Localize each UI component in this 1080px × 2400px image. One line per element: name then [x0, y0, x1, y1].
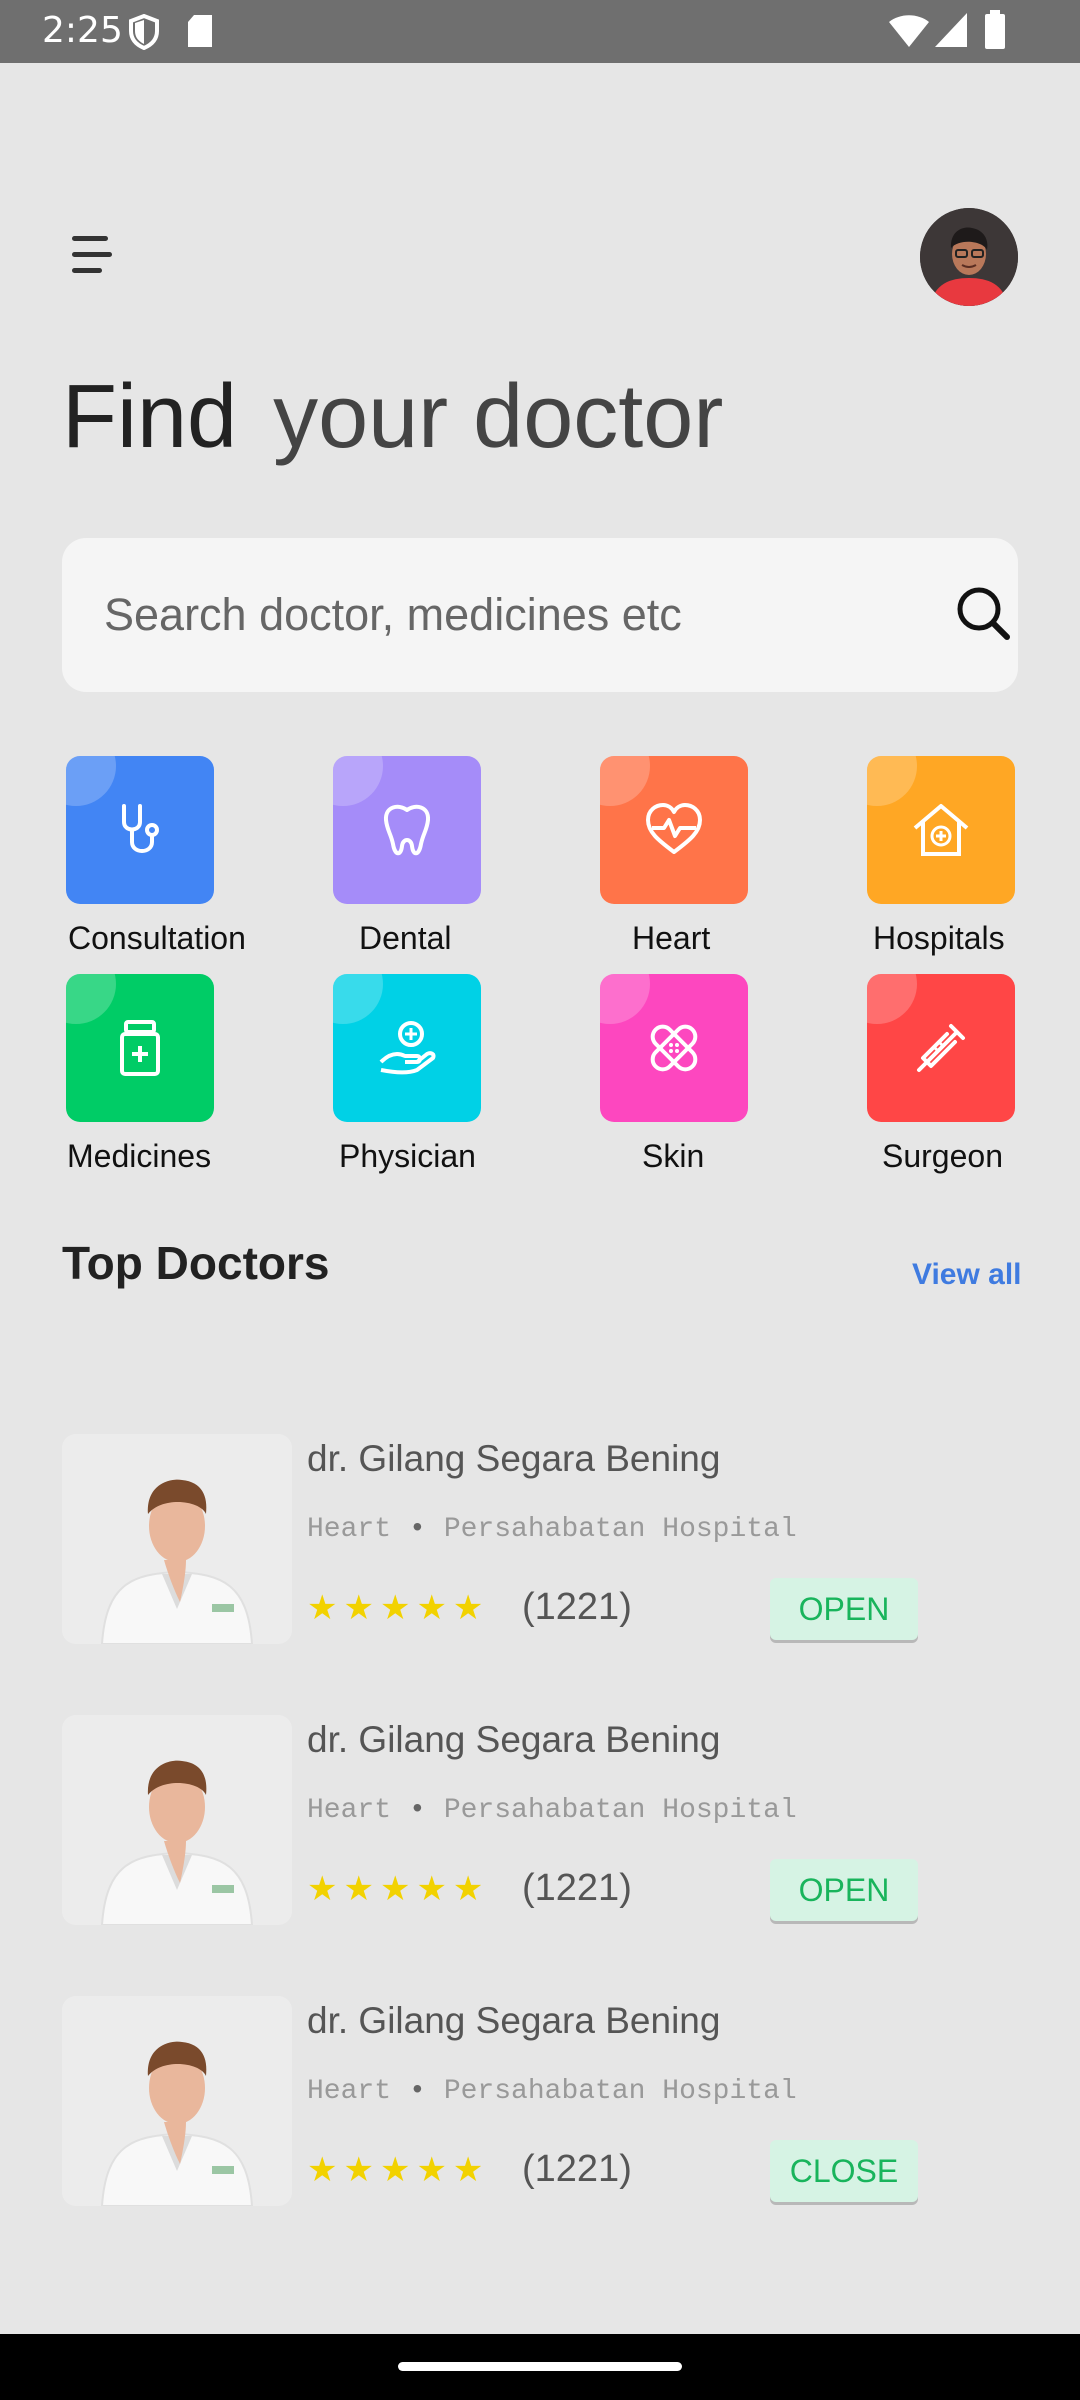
- category-tile: [66, 974, 214, 1122]
- category-label: Dental: [359, 920, 452, 956]
- doctor-portrait-icon: [62, 1715, 292, 1925]
- category-label: Consultation: [68, 920, 246, 956]
- category-consultation[interactable]: Consultation: [66, 756, 306, 966]
- doctor-specialty: Heart: [307, 1514, 392, 1545]
- category-tile: [600, 974, 748, 1122]
- category-label: Surgeon: [882, 1138, 1003, 1174]
- category-tile: [867, 756, 1015, 904]
- battery-icon: [985, 10, 1005, 49]
- doctor-name: dr. Gilang Segara Bening: [307, 2000, 721, 2041]
- doctor-portrait-icon: [62, 1434, 292, 1644]
- signal-icon: [935, 13, 967, 47]
- home-gesture-handle[interactable]: [398, 2362, 682, 2371]
- hospital-house-icon: [913, 804, 969, 856]
- hand-care-icon: [379, 1021, 436, 1075]
- doctor-name: dr. Gilang Segara Bening: [307, 1438, 721, 1479]
- menu-line: [72, 252, 112, 257]
- category-label: Medicines: [67, 1138, 212, 1174]
- stethoscope-icon: [122, 804, 159, 853]
- category-hospitals[interactable]: Hospitals: [867, 756, 1080, 966]
- sd-card-icon: [188, 15, 212, 47]
- status-badge: OPEN: [770, 1578, 918, 1640]
- menu-line: [72, 268, 102, 273]
- category-label: Heart: [632, 920, 711, 956]
- separator-dot: •: [409, 1514, 426, 1545]
- doctor-hospital: Persahabatan Hospital: [443, 1514, 797, 1545]
- page-title: Find your doctor: [62, 372, 723, 462]
- doctor-name: dr. Gilang Segara Bening: [307, 1719, 721, 1760]
- category-tile: [333, 756, 481, 904]
- doctor-card[interactable]: dr. Gilang Segara Bening Heart • Persahaba…: [62, 1715, 1022, 1925]
- category-tile: [333, 974, 481, 1122]
- category-skin[interactable]: Skin: [600, 974, 840, 1184]
- doctor-specialty: Heart: [307, 1795, 392, 1826]
- menu-button[interactable]: [66, 230, 120, 280]
- doctor-photo: [62, 1715, 292, 1925]
- category-label: Skin: [642, 1138, 705, 1174]
- navigation-bar: [0, 2334, 1080, 2400]
- status-badge: CLOSE: [770, 2140, 918, 2202]
- category-tile: [66, 756, 214, 904]
- title-find: Find: [62, 367, 238, 467]
- category-heart[interactable]: Heart: [600, 756, 840, 966]
- doctor-card[interactable]: dr. Gilang Segara Bening Heart • Persahaba…: [62, 1434, 1022, 1644]
- rating-stars: ★★★★★: [307, 2151, 490, 2189]
- category-label: Physician: [339, 1138, 476, 1174]
- menu-line: [72, 236, 108, 241]
- category-label: Hospitals: [873, 920, 1005, 956]
- status-badge: OPEN: [770, 1859, 918, 1921]
- wifi-icon: [889, 15, 929, 47]
- category-dental[interactable]: Dental: [333, 756, 573, 966]
- doctor-photo: [62, 1996, 292, 2206]
- title-your-doctor: your doctor: [273, 367, 724, 467]
- doctor-meta: Heart • Persahabatan Hospital: [307, 2076, 797, 2107]
- syringe-icon: [917, 1024, 965, 1072]
- rating-stars: ★★★★★: [307, 1870, 490, 1908]
- status-bar: 2:25: [0, 0, 1080, 63]
- doctor-specialty: Heart: [307, 2076, 392, 2107]
- search-input[interactable]: [104, 576, 884, 654]
- category-medicines[interactable]: Medicines: [66, 974, 306, 1184]
- category-tile: [867, 974, 1015, 1122]
- separator-dot: •: [409, 2076, 426, 2107]
- category-tile: [600, 756, 748, 904]
- doctor-hospital: Persahabatan Hospital: [443, 1795, 797, 1826]
- shield-icon: [129, 14, 159, 50]
- category-surgeon[interactable]: Surgeon: [867, 974, 1080, 1184]
- doctor-hospital: Persahabatan Hospital: [443, 2076, 797, 2107]
- view-all-link[interactable]: View all: [912, 1258, 1022, 1292]
- review-count: (1221): [522, 2148, 632, 2190]
- status-time: 2:25: [42, 10, 123, 51]
- doctor-card[interactable]: dr. Gilang Segara Bening Heart • Persahaba…: [62, 1996, 1022, 2206]
- review-count: (1221): [522, 1586, 632, 1628]
- doctor-portrait-icon: [62, 1996, 292, 2206]
- medicine-bottle-icon: [120, 1020, 160, 1076]
- avatar[interactable]: [920, 208, 1018, 306]
- doctor-photo: [62, 1434, 292, 1644]
- review-count: (1221): [522, 1867, 632, 1909]
- search-icon[interactable]: [952, 582, 1018, 648]
- tooth-icon: [384, 804, 430, 856]
- separator-dot: •: [409, 1795, 426, 1826]
- search-bar: [62, 538, 1018, 692]
- bandage-icon: [650, 1024, 698, 1072]
- doctor-meta: Heart • Persahabatan Hospital: [307, 1795, 797, 1826]
- top-doctors-heading: Top Doctors: [62, 1237, 330, 1289]
- category-physician[interactable]: Physician: [333, 974, 573, 1184]
- rating-stars: ★★★★★: [307, 1589, 490, 1627]
- doctor-meta: Heart • Persahabatan Hospital: [307, 1514, 797, 1545]
- heart-pulse-icon: [646, 803, 702, 854]
- user-avatar-icon: [920, 208, 1018, 306]
